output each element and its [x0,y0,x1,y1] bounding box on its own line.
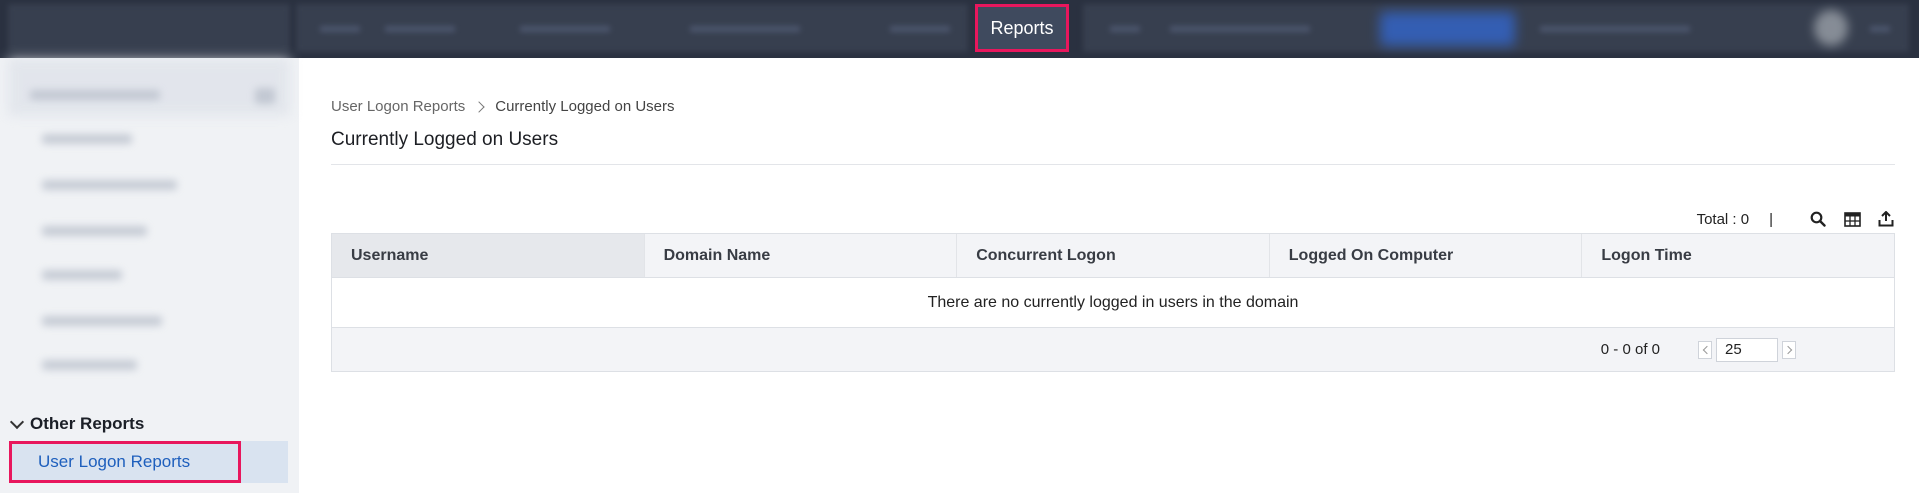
pager-range: 0 - 0 of 0 [1600,341,1660,358]
sidebar-item-blurred[interactable] [42,360,137,370]
grid-header-row: Username Domain Name Concurrent Logon Lo… [332,234,1894,278]
previous-page-button[interactable] [1698,340,1712,359]
blurred-tab[interactable] [385,26,455,32]
page-title: Currently Logged on Users [331,129,559,150]
toolbar-separator: | [1769,210,1773,228]
export-icon[interactable] [1877,210,1895,228]
blurred-link[interactable] [1540,26,1690,32]
tab-reports[interactable]: Reports [975,4,1069,52]
chevron-right-icon [1783,345,1792,354]
blurred-tab[interactable] [1170,26,1310,32]
blurred-tab[interactable] [890,26,950,32]
sidebar-item-blurred[interactable] [42,316,162,326]
breadcrumb-parent-link[interactable]: User Logon Reports [331,98,465,115]
total-count: Total : 0 [1696,210,1750,228]
sidebar-collapse-icon-blurred[interactable] [255,88,275,104]
sidebar-item-blurred[interactable] [30,90,160,100]
sidebar-item-label[interactable]: User Logon Reports [38,452,190,472]
sidebar-section-other-reports[interactable]: Other Reports [9,414,145,434]
column-header-concurrent-logon[interactable]: Concurrent Logon [957,234,1270,277]
top-navigation-bar: Reports [0,0,1919,58]
avatar[interactable] [1814,10,1848,46]
blurred-tab[interactable] [1110,26,1140,32]
product-logo-blurred [8,4,290,52]
empty-state-message: There are no currently logged in users i… [332,278,1894,328]
chevron-left-icon [1702,345,1711,354]
grid-toolbar: Total : 0 | [1697,208,1895,230]
grid-pager: 0 - 0 of 0 [332,328,1894,371]
sidebar-header-blurred [8,58,290,116]
sidebar-item-blurred[interactable] [42,134,132,144]
column-header-username[interactable]: Username [332,234,645,277]
chevron-down-icon [9,414,25,429]
blurred-icon[interactable] [1870,26,1890,32]
users-grid: Username Domain Name Concurrent Logon Lo… [331,233,1895,372]
blurred-tab[interactable] [690,26,800,32]
primary-action-button-blurred[interactable] [1380,12,1515,46]
divider [331,164,1895,165]
column-header-logged-on-computer[interactable]: Logged On Computer [1270,234,1583,277]
chevron-right-icon [473,100,485,113]
next-page-button[interactable] [1782,340,1796,359]
page-size-input[interactable] [1716,337,1778,362]
sidebar-item-blurred[interactable] [42,270,122,280]
column-header-logon-time[interactable]: Logon Time [1582,234,1894,277]
breadcrumb: User Logon Reports Currently Logged on U… [331,98,675,115]
blurred-tab[interactable] [320,26,360,32]
sidebar-item-blurred[interactable] [42,180,177,190]
sidebar-section-label: Other Reports [30,414,145,433]
sidebar-item-blurred[interactable] [42,226,147,236]
tab-reports-label: Reports [990,17,1054,38]
search-icon[interactable] [1809,210,1827,228]
column-header-domain-name[interactable]: Domain Name [645,234,958,277]
column-chooser-icon[interactable] [1843,210,1861,228]
blurred-tab[interactable] [520,26,610,32]
breadcrumb-current: Currently Logged on Users [495,98,675,115]
